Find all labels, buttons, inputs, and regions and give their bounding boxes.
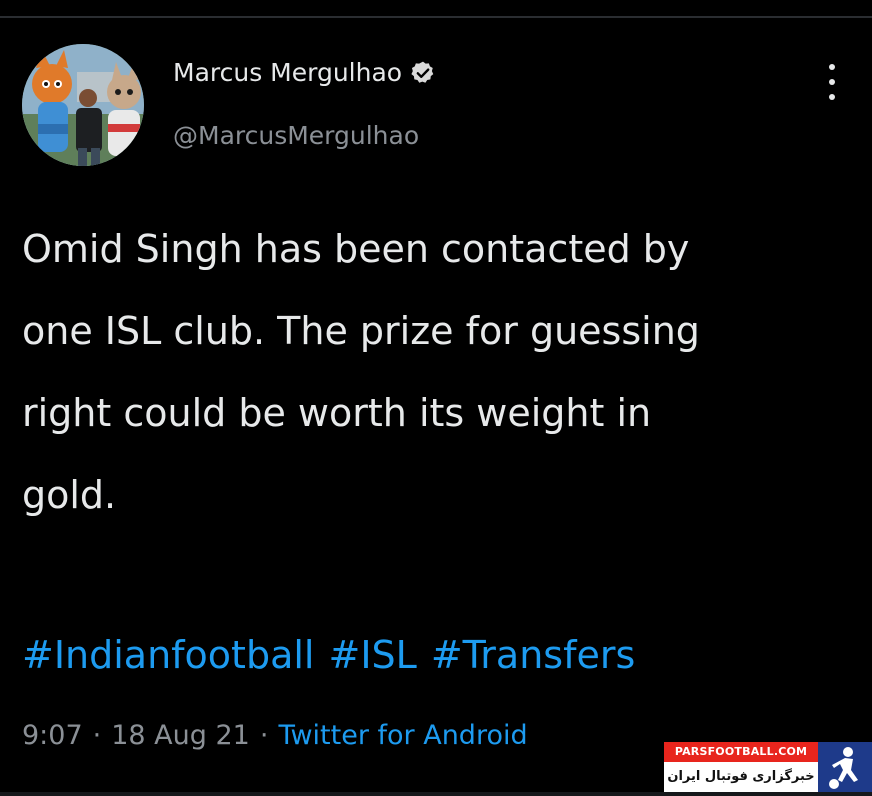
avatar[interactable] <box>22 44 144 166</box>
bottom-divider <box>0 792 872 796</box>
avatar-photo <box>22 44 144 166</box>
watermark: PARSFOOTBALL.COM خبرگزاری فوتبال ایران <box>664 742 872 792</box>
tweet-source-link[interactable]: Twitter for Android <box>278 720 527 751</box>
tweet-text-line: one ISL club. The prize for guessing <box>22 309 700 353</box>
hashtag-indianfootball[interactable]: #Indianfootball <box>22 633 314 677</box>
tweet-meta: 9:07 · 18 Aug 21 · Twitter for Android <box>22 715 528 757</box>
tweet-text: Omid Singh has been contacted by one ISL… <box>22 208 842 536</box>
hashtag-isl[interactable]: #ISL <box>328 633 416 677</box>
watermark-tagline: خبرگزاری فوتبال ایران <box>664 762 818 792</box>
tweet-date[interactable]: 18 Aug 21 <box>111 720 250 751</box>
author-handle[interactable]: @MarcusMergulhao <box>173 121 419 150</box>
hashtag-list: #Indianfootball #ISL #Transfers <box>22 624 649 686</box>
tweet-text-line: Omid Singh has been contacted by <box>22 227 690 271</box>
football-player-logo-icon <box>818 742 872 792</box>
watermark-logo-graphic <box>818 742 872 792</box>
author-name-text: Marcus Mergulhao <box>173 58 403 87</box>
top-divider <box>0 16 872 18</box>
more-vertical-icon[interactable] <box>817 64 847 100</box>
more-dot <box>829 79 835 85</box>
meta-separator: · <box>92 720 102 751</box>
tweet-text-line: gold. <box>22 473 117 517</box>
meta-separator: · <box>259 720 269 751</box>
more-dot <box>829 94 835 100</box>
tweet-text-line: right could be worth its weight in <box>22 391 652 435</box>
more-dot <box>829 64 835 70</box>
watermark-site: PARSFOOTBALL.COM <box>664 742 818 762</box>
hashtag-transfers[interactable]: #Transfers <box>431 633 635 677</box>
tweet-time[interactable]: 9:07 <box>22 720 83 751</box>
verified-badge-icon <box>411 61 434 83</box>
author-display-name[interactable]: Marcus Mergulhao <box>173 58 436 87</box>
